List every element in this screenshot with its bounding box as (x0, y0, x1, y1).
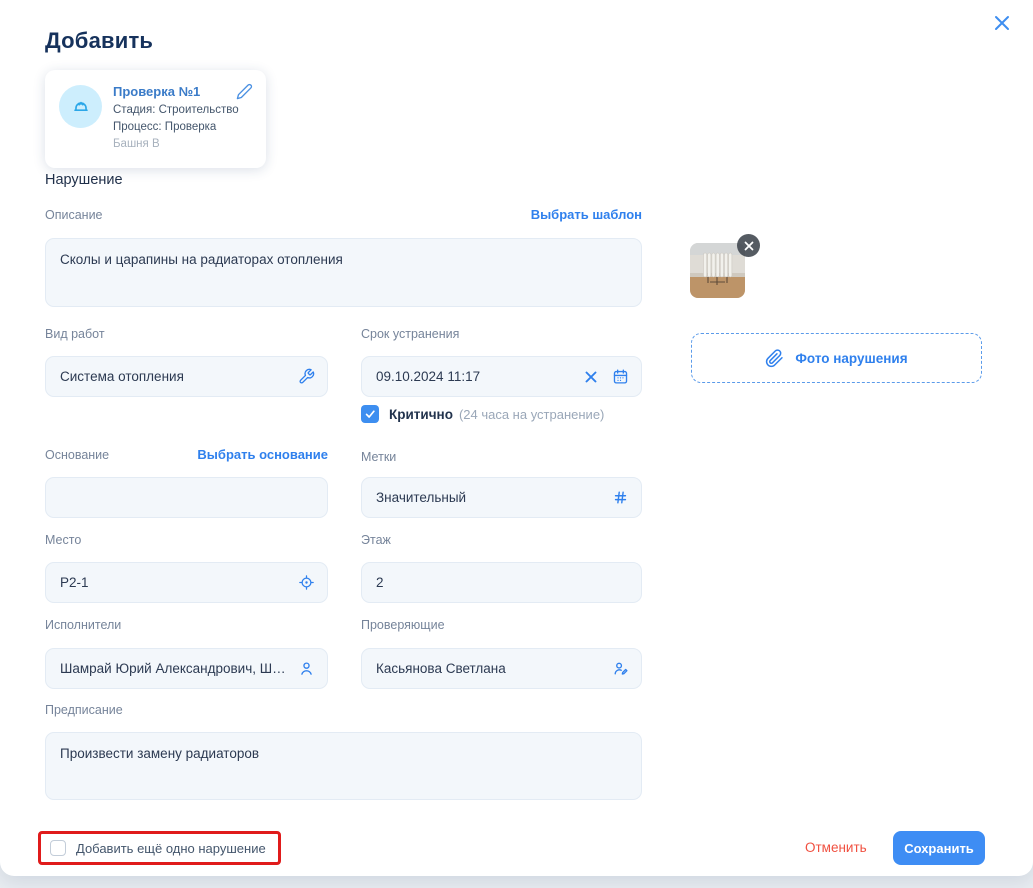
calendar-icon[interactable] (612, 368, 629, 385)
basis-field (45, 477, 328, 518)
basis-label: Основание (45, 448, 109, 462)
clear-icon[interactable] (584, 370, 598, 384)
tags-label: Метки (361, 450, 396, 464)
inspectors-label: Проверяющие (361, 618, 445, 632)
photo-remove-icon[interactable] (737, 234, 760, 257)
place-label: Место (45, 533, 81, 547)
critical-row: Критично (24 часа на устранение) (361, 405, 604, 423)
wrench-icon[interactable] (298, 368, 315, 385)
inspection-stage: Стадия: Строительство (113, 102, 239, 119)
executors-input[interactable] (60, 661, 290, 676)
add-another-highlight: Добавить ещё одно нарушение (38, 831, 281, 865)
basis-label-row: Основание Выбрать основание (45, 447, 328, 462)
executors-field (45, 648, 328, 689)
critical-checkbox[interactable] (361, 405, 379, 423)
deadline-input[interactable] (376, 369, 576, 384)
radiator-photo (690, 243, 745, 298)
attach-photo-button[interactable]: Фото нарушения (691, 333, 982, 383)
section-title: Нарушение (45, 172, 123, 188)
hard-hat-icon (59, 85, 102, 128)
select-template-link[interactable]: Выбрать шаблон (531, 207, 642, 222)
inspectors-field (361, 648, 642, 689)
add-another-label: Добавить ещё одно нарушение (76, 841, 266, 856)
person-icon[interactable] (298, 660, 315, 677)
place-field (45, 562, 328, 603)
deadline-label: Срок устранения (361, 327, 459, 341)
prescription-box: Произвести замену радиаторов (45, 732, 642, 800)
prescription-textarea[interactable]: Произвести замену радиаторов (60, 745, 627, 787)
close-icon[interactable] (987, 8, 1017, 38)
work-type-label: Вид работ (45, 327, 105, 341)
photo-thumbnail-wrap (690, 243, 745, 298)
executors-label: Исполнители (45, 618, 121, 632)
person-edit-icon[interactable] (612, 660, 629, 677)
close-x-glyph (992, 13, 1012, 33)
attach-photo-label: Фото нарушения (795, 351, 907, 366)
page-title: Добавить (45, 28, 153, 54)
tags-input[interactable] (376, 490, 604, 505)
critical-label: Критично (389, 407, 453, 422)
inspectors-input[interactable] (376, 661, 604, 676)
save-button[interactable]: Сохранить (893, 831, 985, 865)
select-basis-link[interactable]: Выбрать основание (197, 447, 328, 462)
cancel-button[interactable]: Отменить (805, 840, 867, 855)
floor-label: Этаж (361, 533, 391, 547)
place-input[interactable] (60, 575, 290, 590)
add-violation-modal: Добавить Проверка №1 Стадия: Строительст… (0, 0, 1033, 876)
inspection-card-text: Проверка №1 Стадия: Строительство Процес… (113, 83, 239, 158)
inspection-process: Процесс: Проверка (113, 119, 239, 136)
inspection-building: Башня В (113, 136, 239, 153)
work-type-field (45, 356, 328, 397)
paperclip-icon (765, 349, 784, 368)
description-box: Сколы и царапины на радиаторах отопления (45, 238, 642, 307)
tags-field (361, 477, 642, 518)
description-label: Описание (45, 208, 103, 222)
critical-hint: (24 часа на устранение) (459, 407, 604, 422)
prescription-label: Предписание (45, 703, 123, 717)
basis-input[interactable] (60, 490, 315, 505)
edit-pencil-icon[interactable] (236, 83, 253, 100)
description-textarea[interactable]: Сколы и царапины на радиаторах отопления (60, 251, 627, 294)
floor-input[interactable] (376, 575, 629, 590)
inspection-title: Проверка №1 (113, 83, 239, 100)
hash-icon[interactable] (612, 489, 629, 506)
floor-field (361, 562, 642, 603)
check-icon (364, 408, 376, 420)
add-another-checkbox[interactable] (50, 840, 66, 856)
inspection-card: Проверка №1 Стадия: Строительство Процес… (45, 70, 266, 168)
deadline-field (361, 356, 642, 397)
photo-thumbnail[interactable] (690, 243, 745, 298)
work-type-input[interactable] (60, 369, 290, 384)
description-label-row: Описание Выбрать шаблон (45, 207, 642, 222)
target-icon[interactable] (298, 574, 315, 591)
